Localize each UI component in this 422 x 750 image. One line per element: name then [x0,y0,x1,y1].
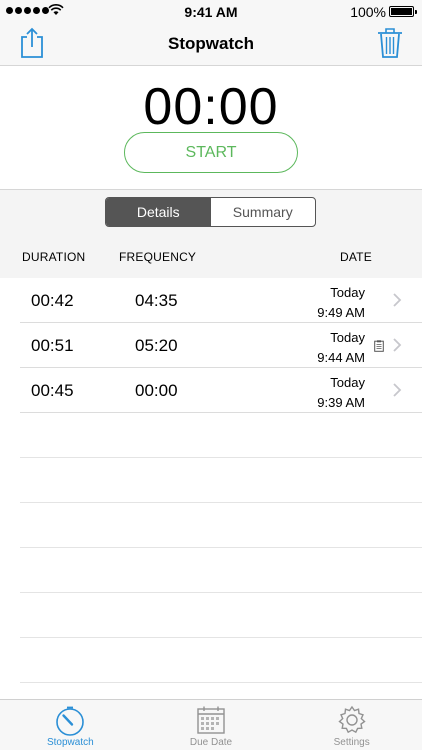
column-header-date: DATE [340,250,372,264]
tab-label: Due Date [189,737,233,748]
tab-stopwatch[interactable]: Stopwatch [0,700,141,750]
start-button[interactable]: START [124,132,298,173]
timer-area: 00:00 START [0,67,422,190]
battery-icon [389,6,417,17]
row-date-time: 9:44 AM [317,350,365,365]
empty-row [20,503,422,548]
list-item[interactable]: 00:42 04:35 Today 9:49 AM [20,278,422,323]
chevron-right-icon [393,338,402,352]
empty-row [20,593,422,638]
chevron-right-icon [393,293,402,307]
column-header-frequency: FREQUENCY [119,250,197,264]
segment-summary[interactable]: Summary [211,198,316,226]
trash-icon [378,28,402,58]
contraction-list: 00:42 04:35 Today 9:49 AM 00:51 05:20 To… [0,278,422,683]
calendar-icon [197,706,225,734]
row-frequency: 04:35 [135,291,178,310]
row-date-time: 9:39 AM [317,395,365,410]
row-date-day: Today [330,375,365,390]
delete-button[interactable] [376,26,404,60]
row-duration: 00:42 [31,291,74,310]
empty-row [20,458,422,503]
list-header-area: Details Summary DURATION FREQUENCY DATE [0,190,422,278]
tab-due-date[interactable]: Due Date [141,700,282,750]
status-bar: 9:41 AM 100% [0,0,422,22]
row-frequency: 00:00 [135,381,178,400]
row-frequency: 05:20 [135,336,178,355]
page-title: Stopwatch [168,34,254,53]
tab-label: Stopwatch [46,737,94,748]
empty-row [20,548,422,593]
battery-percentage: 100% [350,4,386,20]
note-icon [374,340,384,352]
empty-row [20,638,422,683]
column-header-duration: DURATION [22,250,86,264]
row-duration: 00:45 [31,381,74,400]
row-date-day: Today [330,285,365,300]
stopwatch-icon [56,706,85,736]
chevron-right-icon [393,383,402,397]
list-item[interactable]: 00:51 05:20 Today 9:44 AM [20,323,422,368]
row-date-day: Today [330,330,365,345]
tab-bar: Stopwatch Due Date Settings [0,699,422,750]
list-item[interactable]: 00:45 00:00 Today 9:39 AM [20,368,422,413]
nav-bar: Stopwatch [0,22,422,66]
empty-row [20,413,422,458]
view-segmented-control: Details Summary [105,197,316,227]
row-date-time: 9:49 AM [317,305,365,320]
gear-icon [338,705,366,734]
timer-display: 00:00 [143,78,279,136]
row-duration: 00:51 [31,336,74,355]
tab-settings[interactable]: Settings [281,700,422,750]
tab-label: Settings [333,737,370,748]
segment-details[interactable]: Details [106,198,211,226]
